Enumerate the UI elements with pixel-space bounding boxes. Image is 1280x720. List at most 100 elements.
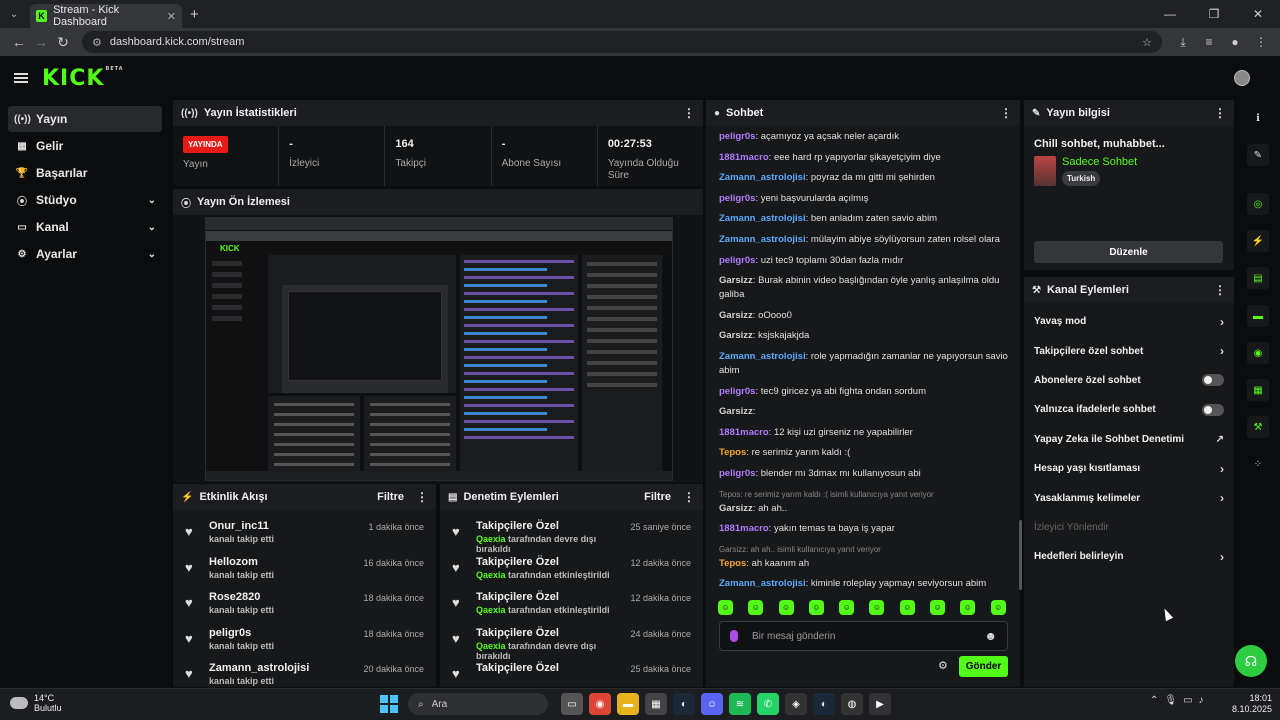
steam-icon[interactable]: ◐	[813, 693, 835, 715]
lightning-icon[interactable]: ⚡	[1247, 230, 1269, 252]
app-icon[interactable]: ◈	[785, 693, 807, 715]
chat-settings-gear-icon[interactable]: ⚙	[938, 659, 948, 672]
action-ai-moderation[interactable]: Yapay Zeka ile Sohbet Denetimi ↗	[1024, 425, 1234, 454]
media-player-icon[interactable]: ▶	[869, 693, 891, 715]
camera-icon[interactable]: ◎	[1247, 193, 1269, 215]
chat-username[interactable]: Zamann_astrolojisi	[719, 234, 806, 245]
back-icon[interactable]: ←	[8, 34, 30, 50]
chat-username[interactable]: Garsizz	[719, 406, 753, 417]
chat-username[interactable]: 1881macro	[719, 152, 769, 163]
filter-button[interactable]: Filtre	[377, 491, 404, 503]
tab-search-icon[interactable]: ⌄	[4, 4, 24, 24]
windows-start-icon[interactable]	[380, 695, 398, 713]
clock[interactable]: 18:01 8.10.2025	[1232, 693, 1272, 715]
chat-username[interactable]: Zamann_astrolojisi	[719, 351, 806, 362]
sidebar-item-gelir[interactable]: ▦ Gelir	[8, 133, 162, 159]
sidebar-item-kanal[interactable]: ▭ Kanal ⌄	[8, 214, 162, 240]
volume-icon[interactable]: ♪	[1199, 695, 1204, 706]
broadcast-icon[interactable]: ◉	[1247, 342, 1269, 364]
chat-username[interactable]: peligr0s	[719, 255, 755, 266]
subscribers-only-toggle[interactable]	[1202, 374, 1224, 387]
sidebar-item-basarilar[interactable]: 🏆 Başarılar	[8, 160, 162, 186]
chat-input[interactable]: Bir mesaj gönderin ☻	[719, 621, 1008, 651]
user-avatar[interactable]	[1234, 70, 1250, 86]
chat-username[interactable]: Garsizz	[719, 503, 753, 514]
chat-username[interactable]: Zamann_astrolojisi	[719, 172, 806, 183]
filter-button[interactable]: Filtre	[644, 491, 671, 503]
more-options-icon[interactable]: ⋮	[1214, 283, 1226, 297]
wrench-icon[interactable]: ⚒	[1247, 416, 1269, 438]
more-options-icon[interactable]: ⋮	[416, 490, 428, 504]
more-options-icon[interactable]: ⋮	[683, 490, 695, 504]
add-widget-icon[interactable]: ⁘	[1247, 453, 1269, 475]
download-icon[interactable]: ⤓	[1170, 35, 1196, 50]
weather-widget[interactable]: 14°C Bulutlu	[10, 693, 62, 713]
action-account-age[interactable]: Hesap yaşı kısıtlaması ›	[1024, 454, 1234, 483]
emote-icon[interactable]: ☺	[899, 600, 915, 615]
chat-scrollbar[interactable]	[1019, 520, 1022, 590]
taskbar-search[interactable]: ⌕ Ara	[408, 693, 548, 715]
emoji-picker-icon[interactable]: ☻	[984, 629, 997, 643]
microphone-tray-icon[interactable]: 🎙	[1164, 695, 1177, 706]
action-set-goals[interactable]: Hedefleri belirleyin ›	[1024, 542, 1234, 571]
tray-chevron-icon[interactable]: ⌃	[1150, 695, 1158, 706]
chat-username[interactable]: Tepos	[719, 447, 746, 458]
more-options-icon[interactable]: ⋮	[1000, 106, 1012, 120]
discord-icon[interactable]: ☺	[701, 693, 723, 715]
support-chat-button[interactable]: ☊	[1235, 645, 1267, 677]
browser-tab[interactable]: K Stream - Kick Dashboard ✕	[30, 4, 182, 28]
file-explorer-icon[interactable]: ▬	[617, 693, 639, 715]
sidebar-item-yayin[interactable]: ((•)) Yayın	[8, 106, 162, 132]
more-options-icon[interactable]: ⋮	[1214, 106, 1226, 120]
chat-username[interactable]: 1881macro	[719, 523, 769, 534]
emotes-only-toggle[interactable]	[1202, 403, 1224, 416]
url-field[interactable]: ⚙ dashboard.kick.com/stream ☆	[82, 31, 1162, 53]
emote-icon[interactable]: ☺	[990, 600, 1006, 615]
more-options-icon[interactable]: ⋮	[683, 106, 695, 120]
emote-icon[interactable]: ☺	[960, 600, 976, 615]
action-slow-mode[interactable]: Yavaş mod ›	[1024, 307, 1234, 336]
chat-username[interactable]: Zamann_astrolojisi	[719, 213, 806, 224]
display-icon[interactable]: ▭	[1183, 695, 1192, 706]
microphone-icon[interactable]	[730, 630, 738, 642]
emote-icon[interactable]: ☺	[748, 600, 764, 615]
chat-username[interactable]: peligr0s	[719, 468, 755, 479]
emote-icon[interactable]: ☺	[839, 600, 855, 615]
steam-icon[interactable]: ◐	[673, 693, 695, 715]
task-view-icon[interactable]: ▭	[561, 693, 583, 715]
media-icon[interactable]: ≡	[1196, 35, 1222, 50]
obs-icon[interactable]: ◍	[841, 693, 863, 715]
sidebar-item-ayarlar[interactable]: ⚙ Ayarlar ⌄	[8, 241, 162, 267]
forward-icon[interactable]: →	[30, 34, 52, 50]
action-followers-only[interactable]: Takipçilere özel sohbet ›	[1024, 336, 1234, 365]
emote-icon[interactable]: ☺	[778, 600, 794, 615]
chat-username[interactable]: Garsizz	[719, 275, 753, 286]
kick-logo[interactable]: KICKBETA	[42, 66, 124, 91]
chat-username[interactable]: peligr0s	[719, 131, 755, 142]
whatsapp-icon[interactable]: ✆	[757, 693, 779, 715]
hamburger-menu-icon[interactable]	[14, 73, 28, 83]
info-icon[interactable]: ℹ	[1247, 107, 1269, 129]
edit-icon[interactable]: ✎	[1247, 144, 1269, 166]
stream-preview-video[interactable]: KICK	[205, 217, 673, 481]
edit-button[interactable]: Düzenle	[1034, 241, 1223, 263]
minimize-icon[interactable]: —	[1148, 7, 1192, 21]
reload-icon[interactable]: ↻	[52, 34, 74, 51]
restore-icon[interactable]: ❐	[1192, 7, 1236, 21]
sidebar-item-studyo[interactable]: ⦿ Stüdyo ⌄	[8, 187, 162, 213]
store-icon[interactable]: ▦	[645, 693, 667, 715]
menu-dots-icon[interactable]: ⋮	[1248, 35, 1274, 50]
site-info-icon[interactable]: ⚙	[92, 36, 102, 49]
send-button[interactable]: Gönder	[959, 656, 1008, 677]
chat-username[interactable]: peligr0s	[719, 193, 755, 204]
chat-username[interactable]: Garsizz	[719, 330, 753, 341]
layout-icon[interactable]: ▦	[1247, 379, 1269, 401]
emote-icon[interactable]: ☺	[808, 600, 824, 615]
new-tab-icon[interactable]: +	[190, 6, 199, 23]
emote-icon[interactable]: ☺	[718, 600, 733, 615]
chrome-icon[interactable]: ◉	[589, 693, 611, 715]
action-banned-words[interactable]: Yasaklanmış kelimeler ›	[1024, 483, 1234, 512]
chat-username[interactable]: Tepos	[719, 558, 746, 569]
category-name[interactable]: Sadece Sohbet	[1062, 156, 1137, 168]
bookmark-star-icon[interactable]: ☆	[1142, 36, 1152, 49]
